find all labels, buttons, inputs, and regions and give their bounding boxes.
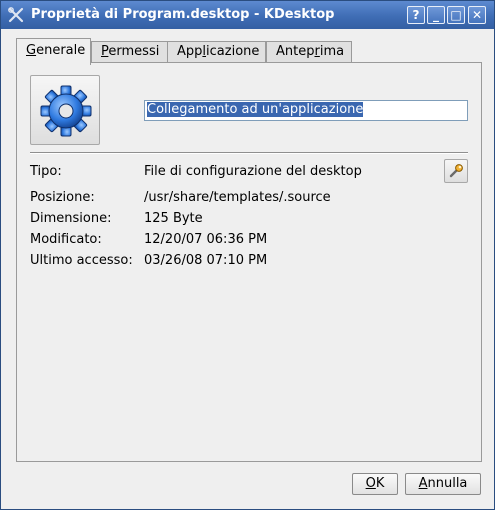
tab-label: icazione [206, 44, 260, 59]
general-panel: Collegamento ad un'applicazione Tipo: Fi… [16, 62, 482, 462]
name-field[interactable]: Collegamento ad un'applicazione [144, 100, 468, 121]
wrench-icon [449, 164, 463, 178]
properties-window: Proprietà di Program.desktop - KDesktop … [0, 0, 495, 510]
cancel-button[interactable]: Annulla [405, 473, 481, 495]
ok-button[interactable]: OK [352, 473, 398, 495]
maximize-button[interactable]: □ [447, 6, 465, 24]
tab-mnemonic: G [26, 43, 37, 58]
type-value: File di configurazione del desktop [144, 164, 362, 179]
accessed-value: 03/26/08 07:10 PM [144, 253, 268, 268]
divider [30, 152, 468, 154]
tab-label: App [177, 44, 203, 59]
cancel-label: nnulla [427, 476, 468, 491]
tab-applicazione[interactable]: Applicazione [167, 41, 266, 63]
ok-label: K [375, 476, 385, 491]
window-title: Proprietà di Program.desktop - KDesktop [31, 7, 335, 22]
tab-label: ima [319, 44, 345, 59]
close-button[interactable]: ✕ [468, 6, 486, 24]
size-label: Dimensione: [30, 211, 112, 226]
tools-app-icon[interactable] [7, 6, 25, 24]
minimize-button[interactable]: _ [427, 6, 445, 24]
gear-icon [40, 85, 92, 137]
location-value: /usr/share/templates/.source [144, 190, 331, 205]
file-icon-button[interactable] [30, 75, 100, 145]
tab-generale[interactable]: Generale [16, 38, 91, 65]
tab-permessi[interactable]: Permessi [91, 41, 168, 63]
title-bar[interactable]: Proprietà di Program.desktop - KDesktop … [1, 1, 494, 29]
location-label: Posizione: [30, 190, 95, 205]
tab-anteprima[interactable]: Anteprima [266, 41, 352, 63]
edit-file-type-button[interactable] [444, 159, 468, 183]
tab-label: enerale [36, 43, 86, 58]
modified-label: Modificato: [30, 232, 102, 247]
help-button[interactable]: ? [407, 6, 425, 24]
modified-value: 12/20/07 06:36 PM [144, 232, 268, 247]
type-label: Tipo: [30, 164, 62, 179]
tab-label: Antep [276, 44, 315, 59]
name-field-value: Collegamento ad un'applicazione [147, 102, 364, 117]
tab-label: ermessi [108, 44, 160, 59]
size-value: 125 Byte [144, 211, 203, 226]
accessed-label: Ultimo accesso: [30, 253, 133, 268]
ok-mnemonic: O [365, 476, 376, 491]
